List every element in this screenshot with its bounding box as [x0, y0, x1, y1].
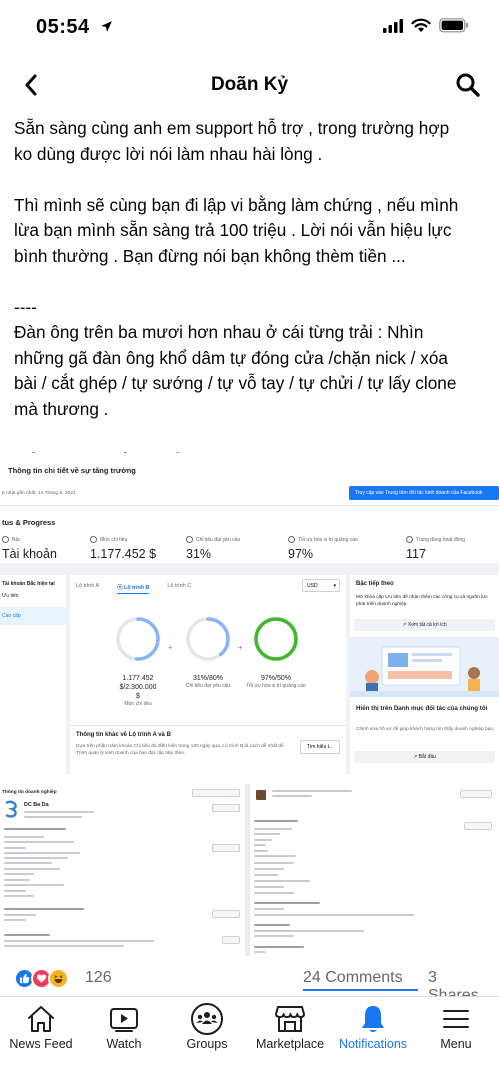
plus-sign: + — [238, 643, 243, 652]
currency-select: USD ▾ — [302, 579, 340, 592]
groups-icon — [191, 1003, 223, 1035]
post-line: bình thường . Bạn đừng nói bạn không thè… — [14, 245, 406, 266]
embedded-header: Thông tin chi tiết về sự tăng trưởng p n… — [0, 453, 499, 505]
ring-qualified: 31%/80% Chỉ tiêu đạt yêu cầu — [178, 615, 238, 690]
post-line: mà thương . — [14, 398, 109, 419]
embedded-status: tus & Progress Bậc Tài khoản Mức chi tiê… — [0, 505, 499, 563]
marketplace-icon — [275, 1006, 305, 1032]
embedded-right-panel: Bậc tiếp theo Mở khóa cấp Ưu tiên để nhậ… — [350, 575, 499, 775]
home-icon — [28, 1006, 54, 1032]
learn-more-button: Tìm hiểu t... — [300, 740, 340, 754]
business-info-panel-left: Thông tin doanh nghiệp DC Ba Da — [0, 784, 245, 956]
plus-sign: + — [168, 643, 173, 652]
ring-spend: 1.177.452 $/2.300.000 $ Mức chi tiêu — [108, 615, 168, 708]
target-icon — [186, 536, 193, 543]
reaction-icons[interactable] — [14, 968, 69, 989]
search-button[interactable] — [451, 68, 485, 102]
reaction-count[interactable]: 126 — [85, 969, 112, 987]
progress-ring — [254, 617, 298, 661]
embedded-status-title: tus & Progress — [2, 518, 56, 527]
embedded-left-nav: Tài khoản Bắc hiện tại Ưu tiên Cao cấp — [0, 575, 66, 775]
battery-icon — [439, 18, 468, 33]
metric-placement: Tối ưu hóa vị trí quảng cáo 97% — [288, 536, 358, 561]
post-line: bài / cắt ghép / tự sướng / tự vỗ tay / … — [14, 373, 457, 393]
business-info-panel-right — [250, 784, 499, 956]
bottom-tab-bar: News Feed Watch Groups Marketplace Notif… — [0, 996, 499, 1080]
progress-ring — [116, 617, 160, 661]
status-time: 05:54 — [36, 16, 90, 38]
comments-underline — [303, 989, 418, 991]
embedded-tabs: Lộ trình A ⦿ Lộ trình B Lộ trình C — [76, 583, 191, 594]
post-line: ---- — [14, 296, 37, 317]
tab-news-feed[interactable]: News Feed — [0, 997, 86, 1059]
embedded-partner-button: Truy cập vào Trung tâm đối tác kinh doan… — [349, 486, 499, 500]
post-line: ko dùng được lời nói làm nhau hài lòng . — [14, 143, 323, 164]
tab-menu[interactable]: Menu — [411, 997, 499, 1059]
placement-icon — [288, 536, 295, 543]
post-line: những gã đàn ông khổ dâm tự đóng cửa /ch… — [14, 347, 448, 368]
post-text: Sẵn sàng cùng anh em support hỗ trợ , tr… — [14, 116, 489, 473]
progress-ring — [186, 617, 230, 661]
comments-count[interactable]: 24 Comments — [303, 969, 403, 987]
post-line: Sẵn sàng cùng anh em support hỗ trợ , tr… — [14, 118, 450, 138]
tab: Lộ trình C — [167, 583, 192, 589]
search-icon — [456, 73, 480, 97]
tab-groups[interactable]: Groups — [162, 997, 252, 1059]
post-line: Đàn ông trên ba mươi hơn nhau ở cái từng… — [14, 322, 424, 342]
dollar-icon — [90, 536, 97, 543]
nav-item: Cao cấp — [0, 607, 66, 625]
tab-notifications[interactable]: Notifications — [328, 997, 418, 1059]
metric-pages: Trang đang hoạt động 117 — [406, 536, 466, 561]
page-title: Doãn Kỷ — [210, 74, 289, 95]
metric-tier: Bậc Tài khoản — [2, 536, 57, 561]
post-line: lừa bạn mình sẵn sàng trả 100 triệu . Lờ… — [14, 220, 452, 240]
company-logo — [5, 800, 17, 818]
reactions-bar: 126 24 Comments 3 Shares — [10, 966, 490, 1004]
watch-icon — [110, 1008, 138, 1032]
page-icon — [406, 536, 413, 543]
post-image-growth-insights[interactable]: Thông tin chi tiết về sự tăng trưởng p n… — [0, 453, 499, 775]
get-started-button: ↗ Bắt đầu — [354, 751, 495, 763]
embedded-updated: p nhật gần nhất: 14 Tháng 9, 2021 — [2, 491, 76, 496]
embedded-info: Thông tin khác về Lộ trình A và B Dựa tr… — [70, 725, 346, 775]
tab: Lộ trình A — [76, 583, 100, 589]
tab: ⦿ Lộ trình B — [117, 583, 150, 594]
status-bar: 05:54 — [0, 0, 499, 56]
ring-progress — [254, 617, 298, 661]
embedded-main: Lộ trình A ⦿ Lộ trình B Lộ trình C USD ▾… — [70, 575, 346, 775]
embedded-title: Thông tin chi tiết về sự tăng trưởng — [8, 466, 136, 475]
wifi-icon — [411, 18, 431, 32]
ring-placement: 97%/50% Tối ưu hóa vị trí quảng cáo — [246, 615, 306, 690]
metric-qualified: Chỉ tiêu đạt yêu cầu 31% — [186, 536, 241, 561]
partner-illustration — [350, 637, 499, 697]
signal-icon — [383, 18, 403, 33]
post-line: Thì mình sẽ cùng bạn đi lập vi bằng làm … — [14, 194, 459, 215]
location-arrow-icon — [101, 21, 112, 32]
tier-icon — [2, 536, 9, 543]
nav-item: Ưu tiên — [2, 593, 19, 599]
post-image-business-info[interactable]: Thông tin doanh nghiệp DC Ba Da — [0, 784, 499, 956]
metric-spend: Mức chi tiêu 1.177.452 $ — [90, 536, 157, 561]
haha-reaction-icon — [48, 968, 69, 989]
menu-icon — [443, 1010, 469, 1028]
see-benefits-button: ↗ Xem tất cả lợi ích — [354, 619, 495, 631]
tab-marketplace[interactable]: Marketplace — [245, 997, 335, 1059]
header: Doãn Kỷ — [0, 56, 499, 112]
tab-watch[interactable]: Watch — [79, 997, 169, 1059]
bell-icon — [362, 1006, 384, 1032]
